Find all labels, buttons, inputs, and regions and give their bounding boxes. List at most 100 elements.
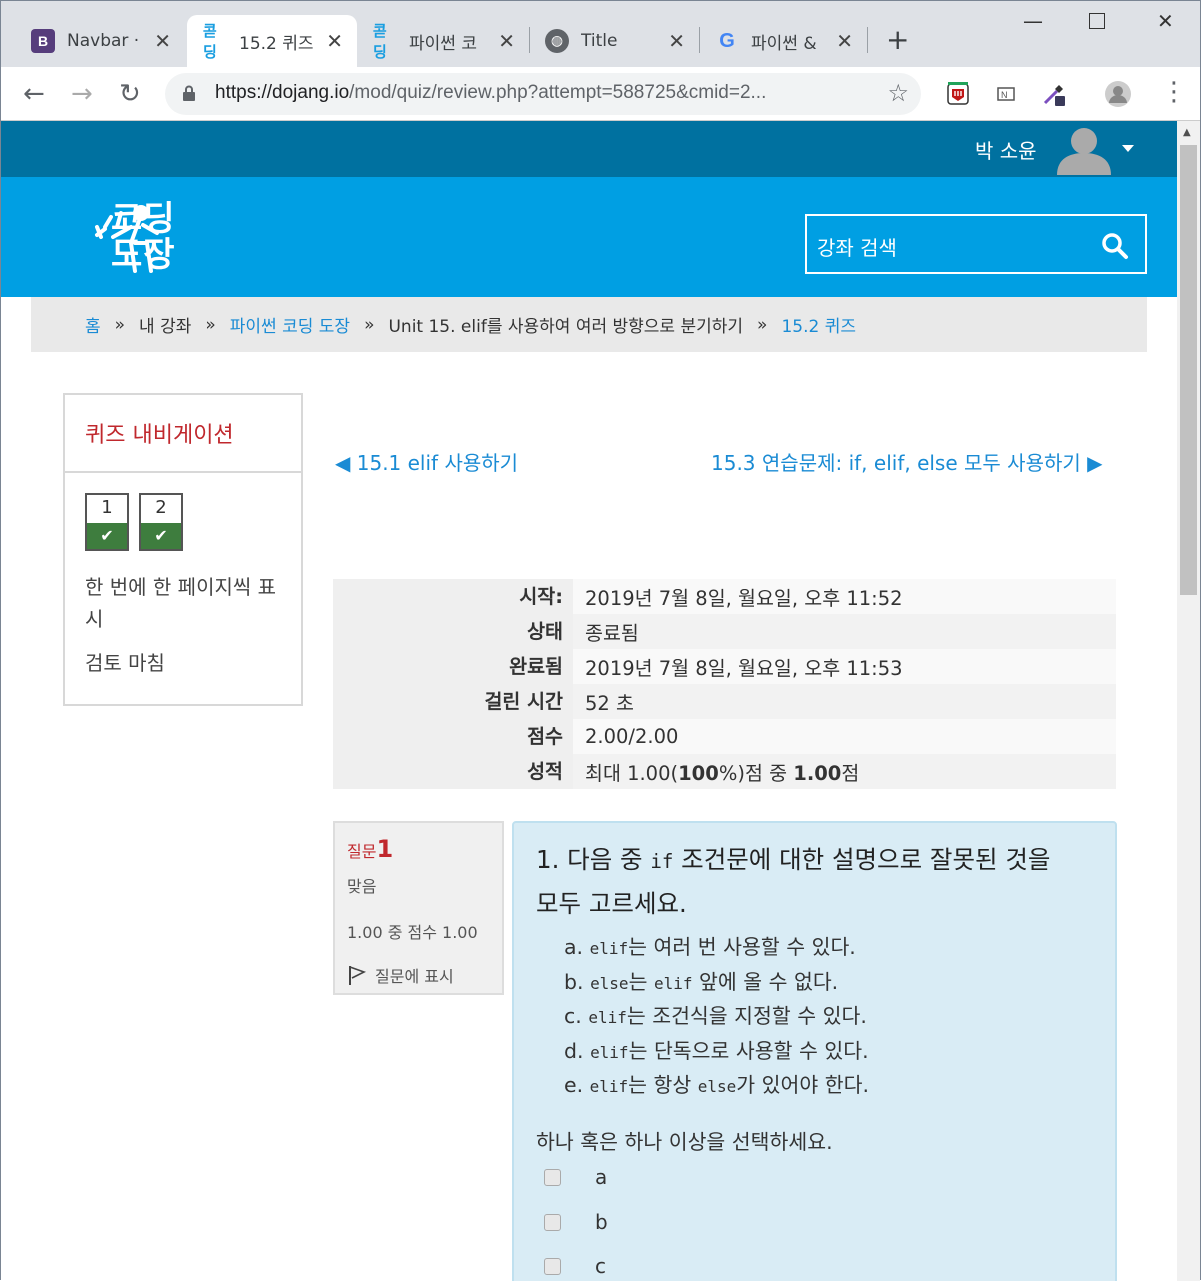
choice-label: a bbox=[595, 1165, 608, 1189]
answer-choice-c[interactable]: c bbox=[544, 1254, 606, 1278]
search-icon[interactable] bbox=[1101, 232, 1129, 260]
answer-checkbox[interactable] bbox=[544, 1213, 561, 1231]
address-bar[interactable]: https://dojang.io/mod/quiz/review.php?at… bbox=[165, 73, 921, 115]
tab-title-page[interactable]: ◍ Title ✕ bbox=[531, 15, 700, 67]
scrollbar-thumb[interactable] bbox=[1180, 145, 1197, 595]
quiz-nav-question-2[interactable]: 2 ✔ bbox=[139, 493, 183, 551]
window-close-button[interactable]: ✕ bbox=[1157, 9, 1174, 33]
tab-separator bbox=[529, 27, 530, 53]
breadcrumb-separator: » bbox=[364, 314, 375, 335]
answer-choice-b[interactable]: b bbox=[544, 1210, 608, 1234]
option-item: c. elif는 조건식을 지정할 수 있다. bbox=[564, 1004, 867, 1028]
scroll-up-icon[interactable]: ▲ bbox=[1183, 127, 1191, 138]
show-one-page-link[interactable]: 한 번에 한 페이지씩 표시 bbox=[85, 571, 285, 635]
breadcrumb-course[interactable]: 파이썬 코딩 도장 bbox=[230, 312, 350, 337]
flag-label: 질문에 표시 bbox=[375, 967, 454, 986]
tab-google[interactable]: G 파이썬 & ✕ bbox=[701, 15, 868, 67]
question-info: 질문1 맞음 1.00 중 점수 1.00 질문에 표시 bbox=[333, 821, 504, 995]
tab-navbar[interactable]: B Navbar · ✕ bbox=[1, 15, 185, 67]
tab-title: 15.2 퀴즈 bbox=[239, 33, 314, 54]
profile-avatar-icon[interactable] bbox=[1105, 81, 1131, 107]
tab-title: Title bbox=[581, 31, 618, 51]
answer-checkbox[interactable] bbox=[544, 1257, 561, 1275]
flag-icon bbox=[349, 966, 367, 985]
minimize-button[interactable]: — bbox=[1023, 9, 1043, 33]
maximize-button[interactable] bbox=[1089, 13, 1105, 29]
quiz-navigation-block: 퀴즈 내비게이션 1 ✔ 2 ✔ 한 번에 한 페이지씩 표시 검토 마침 bbox=[63, 393, 303, 706]
option-item: b. else는 elif 앞에 올 수 없다. bbox=[564, 969, 839, 994]
url-text: https://dojang.io/mod/quiz/review.php?at… bbox=[215, 82, 767, 103]
course-search-input[interactable]: 강좌 검색 bbox=[805, 214, 1147, 274]
next-activity-link[interactable]: 15.3 연습문제: if, elif, else 모두 사용하기 ▶ bbox=[711, 447, 1103, 476]
colorpicker-extension-icon[interactable] bbox=[1041, 81, 1067, 107]
flag-question-button[interactable]: 질문에 표시 bbox=[347, 963, 490, 987]
summary-label: 완료됨 bbox=[333, 649, 573, 684]
mcafee-extension-icon[interactable] bbox=[945, 81, 971, 107]
browser-toolbar: ← → ↻ https://dojang.io/mod/quiz/review.… bbox=[1, 67, 1200, 121]
summary-label: 걸린 시간 bbox=[333, 684, 573, 719]
notion-extension-icon[interactable]: N bbox=[993, 81, 1019, 107]
question-grade: 1.00 중 점수 1.00 bbox=[347, 923, 478, 942]
svg-text:N: N bbox=[1001, 90, 1008, 100]
close-icon[interactable]: ✕ bbox=[154, 29, 171, 53]
tab-title: Navbar · bbox=[67, 31, 140, 51]
breadcrumb-quiz[interactable]: 15.2 퀴즈 bbox=[781, 312, 856, 337]
summary-label: 성적 bbox=[333, 754, 573, 789]
user-name[interactable]: 박 소윤 bbox=[975, 135, 1037, 164]
tab-title: 파이썬 & bbox=[751, 33, 817, 54]
breadcrumb-unit: Unit 15. elif를 사용하여 여러 방향으로 분기하기 bbox=[388, 317, 744, 337]
page-scrollbar[interactable]: ▲ bbox=[1177, 121, 1200, 1281]
summary-label: 점수 bbox=[333, 719, 573, 754]
check-icon: ✔ bbox=[87, 523, 127, 549]
question-options-list: a. elif는 여러 번 사용할 수 있다. b. else는 elif 앞에… bbox=[564, 931, 869, 1104]
question-state: 맞음 bbox=[347, 877, 377, 896]
close-icon[interactable]: ✕ bbox=[498, 29, 515, 53]
breadcrumb-my-courses: 내 강좌 bbox=[139, 317, 192, 337]
summary-row: 시작: 2019년 7월 8일, 월요일, 오후 11:52 bbox=[333, 579, 1116, 614]
summary-row: 상태 종료됨 bbox=[333, 614, 1116, 649]
forward-button[interactable]: → bbox=[71, 79, 93, 109]
close-icon[interactable]: ✕ bbox=[668, 29, 685, 53]
summary-value: 2019년 7월 8일, 월요일, 오후 11:52 bbox=[585, 587, 903, 610]
dojang-icon: 콛딩 bbox=[203, 22, 217, 61]
close-icon[interactable]: ✕ bbox=[836, 29, 853, 53]
quiz-nav-question-1[interactable]: 1 ✔ bbox=[85, 493, 129, 551]
chrome-menu-icon[interactable]: ⋮ bbox=[1161, 77, 1187, 107]
site-logo-text[interactable]: 코딩 도장 bbox=[111, 201, 176, 273]
question-content: 1. 다음 중 if 조건문에 대한 설명으로 잘못된 것을 모두 고르세요. … bbox=[512, 821, 1117, 1281]
tab-python[interactable]: 콛딩 파이썬 코 ✕ bbox=[359, 15, 530, 67]
google-icon: G bbox=[719, 29, 735, 52]
option-item: d. elif는 단독으로 사용할 수 있다. bbox=[564, 1038, 869, 1063]
bookmark-star-icon[interactable]: ☆ bbox=[887, 79, 909, 107]
question-number-label: 질문1 bbox=[347, 835, 394, 863]
tab-quiz[interactable]: 콛딩 15.2 퀴즈 ✕ bbox=[187, 15, 357, 67]
new-tab-button[interactable]: + bbox=[886, 23, 909, 56]
reload-button[interactable]: ↻ bbox=[119, 79, 141, 109]
summary-label: 상태 bbox=[333, 614, 573, 649]
answer-choice-a[interactable]: a bbox=[544, 1165, 607, 1189]
user-bar: 박 소윤 bbox=[1, 121, 1177, 177]
option-item: e. elif는 항상 else가 있어야 한다. bbox=[564, 1073, 870, 1097]
lock-icon bbox=[183, 85, 195, 101]
breadcrumb-separator: » bbox=[757, 314, 768, 335]
user-avatar-icon[interactable] bbox=[1057, 125, 1111, 175]
close-icon[interactable]: ✕ bbox=[326, 29, 343, 53]
summary-row: 걸린 시간 52 초 bbox=[333, 684, 1116, 719]
check-icon: ✔ bbox=[141, 523, 181, 549]
finish-review-link[interactable]: 검토 마침 bbox=[85, 647, 165, 676]
user-menu-caret-icon[interactable] bbox=[1122, 145, 1134, 152]
summary-value: 종료됨 bbox=[585, 622, 639, 645]
back-button[interactable]: ← bbox=[23, 79, 45, 109]
summary-value: 2019년 7월 8일, 월요일, 오후 11:53 bbox=[585, 657, 903, 680]
summary-value: 52 초 bbox=[585, 692, 634, 715]
quiz-navigation-title: 퀴즈 내비게이션 bbox=[65, 395, 301, 473]
breadcrumb-home[interactable]: 홈 bbox=[85, 312, 101, 337]
choice-label: c bbox=[595, 1254, 606, 1278]
answer-checkbox[interactable] bbox=[544, 1168, 561, 1186]
tab-separator bbox=[699, 27, 700, 53]
page-content: 박 소윤 코딩 도장 강좌 검색 홈 » 내 강좌 » 파이썬 코딩 도장 » … bbox=[1, 121, 1177, 1281]
question-text: 1. 다음 중 if 조건문에 대한 설명으로 잘못된 것을 모두 고르세요. bbox=[536, 845, 1051, 918]
option-item: a. elif는 여러 번 사용할 수 있다. bbox=[564, 935, 856, 959]
summary-value: 2.00/2.00 bbox=[585, 725, 679, 748]
prev-activity-link[interactable]: ◀ 15.1 elif 사용하기 bbox=[335, 447, 518, 476]
